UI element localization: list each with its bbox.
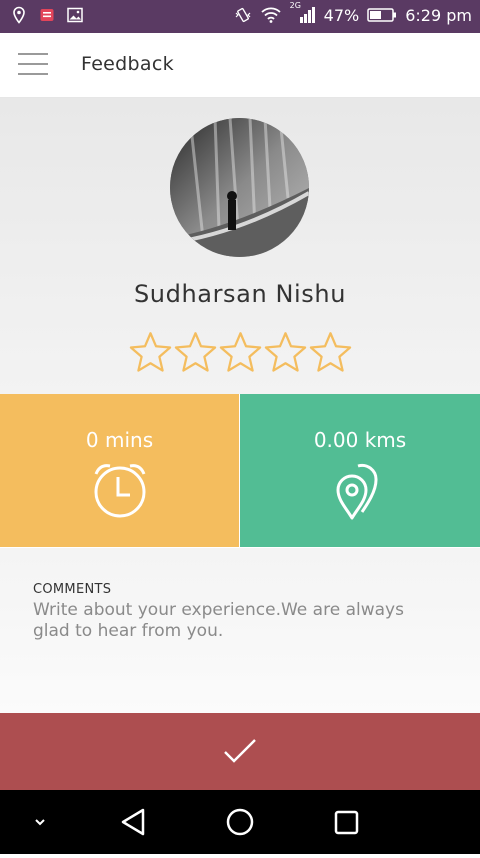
- system-nav-bar: [0, 790, 480, 854]
- battery-icon: [367, 8, 397, 22]
- home-icon[interactable]: [210, 790, 270, 854]
- star-icon[interactable]: [173, 330, 218, 374]
- comments-section: COMMENTS: [0, 548, 480, 713]
- star-icon[interactable]: [263, 330, 308, 374]
- notification-icon: [40, 9, 54, 21]
- star-icon[interactable]: [128, 330, 173, 374]
- ride-time-value: 0 mins: [85, 428, 154, 452]
- chevron-down-icon[interactable]: [10, 790, 70, 854]
- rating-stars: [128, 330, 353, 374]
- hamburger-icon[interactable]: [18, 53, 48, 77]
- vibrate-icon: [235, 7, 251, 23]
- submit-button[interactable]: [0, 713, 480, 790]
- checkmark-icon: [224, 739, 256, 763]
- star-icon[interactable]: [218, 330, 263, 374]
- battery-percent: 47%: [323, 5, 360, 25]
- network-type: 2G: [289, 1, 301, 10]
- alarm-clock-icon: [94, 464, 145, 518]
- comments-input[interactable]: [33, 600, 443, 690]
- status-bar: 2G 47% 6:29 pm: [0, 0, 480, 33]
- clock: 6:29 pm: [405, 5, 472, 25]
- back-icon[interactable]: [103, 790, 163, 854]
- gallery-icon: [67, 7, 83, 23]
- app-bar: Feedback: [0, 33, 480, 98]
- signal-icon: 2G: [290, 1, 316, 25]
- ride-distance-tile: 0.00 kms: [240, 394, 480, 547]
- recents-icon[interactable]: [316, 790, 376, 854]
- star-icon[interactable]: [308, 330, 353, 374]
- comments-label: COMMENTS: [33, 582, 112, 597]
- wifi-icon: [261, 7, 281, 23]
- location-icon: [13, 6, 25, 24]
- ride-time-tile: 0 mins: [0, 394, 239, 547]
- avatar: [170, 118, 309, 257]
- ride-distance-value: 0.00 kms: [313, 428, 407, 452]
- page-title: Feedback: [81, 53, 174, 75]
- map-pins-icon: [336, 463, 378, 520]
- driver-profile: Sudharsan Nishu: [0, 98, 480, 394]
- driver-name: Sudharsan Nishu: [133, 280, 347, 308]
